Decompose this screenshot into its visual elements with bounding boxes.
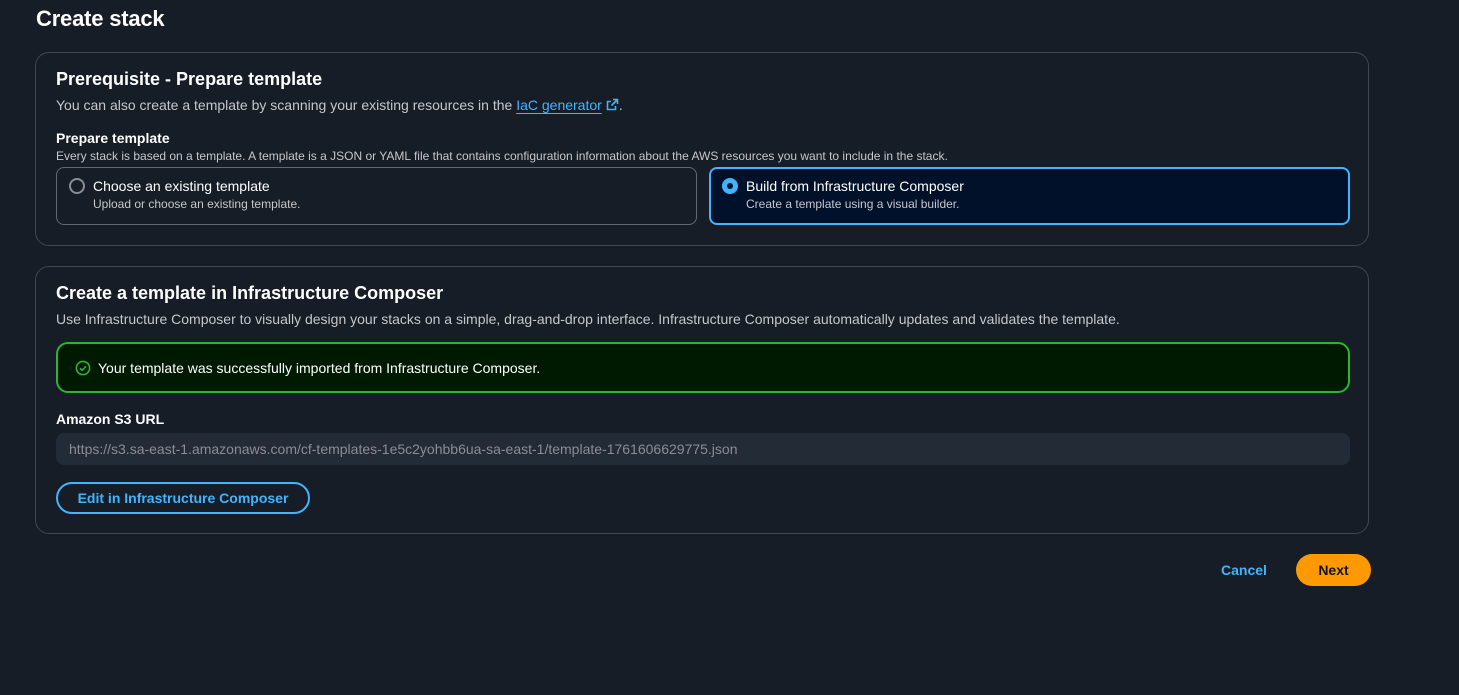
success-alert: Your template was successfully imported …	[56, 342, 1350, 393]
prepare-template-description: Every stack is based on a template. A te…	[56, 149, 948, 163]
radio-infrastructure-composer[interactable]	[722, 178, 738, 194]
prerequisite-desc-prefix: You can also create a template by scanni…	[56, 97, 517, 113]
option-infrastructure-composer[interactable]: Build from Infrastructure Composer Creat…	[709, 167, 1350, 225]
cancel-button[interactable]: Cancel	[1208, 554, 1280, 586]
option-existing-template[interactable]: Choose an existing template Upload or ch…	[56, 167, 697, 225]
success-check-icon	[75, 360, 91, 381]
composer-header: Create a template in Infrastructure Comp…	[56, 283, 444, 303]
option-infrastructure-composer-title: Build from Infrastructure Composer	[746, 178, 964, 194]
composer-description: Use Infrastructure Composer to visually …	[56, 311, 1120, 327]
prerequisite-panel: Prerequisite - Prepare template You can …	[35, 52, 1369, 246]
iac-generator-link[interactable]: IaC generator	[516, 97, 602, 113]
option-existing-template-subtitle: Upload or choose an existing template.	[93, 197, 301, 211]
prerequisite-desc-suffix: .	[618, 97, 623, 113]
create-stack-page: Create stack Prerequisite - Prepare temp…	[0, 0, 1459, 695]
page-title: Create stack	[36, 6, 165, 31]
external-link-icon[interactable]	[606, 98, 619, 114]
s3-url-input[interactable]	[56, 433, 1350, 465]
radio-existing-template[interactable]	[69, 178, 85, 194]
prerequisite-header: Prerequisite - Prepare template	[56, 69, 323, 89]
option-infrastructure-composer-subtitle: Create a template using a visual builder…	[746, 197, 960, 211]
iac-generator-link-label: IaC generator	[516, 97, 602, 113]
edit-in-composer-button[interactable]: Edit in Infrastructure Composer	[56, 482, 310, 514]
prerequisite-description: You can also create a template by scanni…	[56, 97, 623, 114]
success-alert-text: Your template was successfully imported …	[98, 360, 541, 376]
option-existing-template-title: Choose an existing template	[93, 178, 270, 194]
s3-url-label: Amazon S3 URL	[56, 411, 165, 427]
prepare-template-label: Prepare template	[56, 130, 170, 146]
next-button[interactable]: Next	[1296, 554, 1371, 586]
composer-panel: Create a template in Infrastructure Comp…	[35, 266, 1369, 534]
